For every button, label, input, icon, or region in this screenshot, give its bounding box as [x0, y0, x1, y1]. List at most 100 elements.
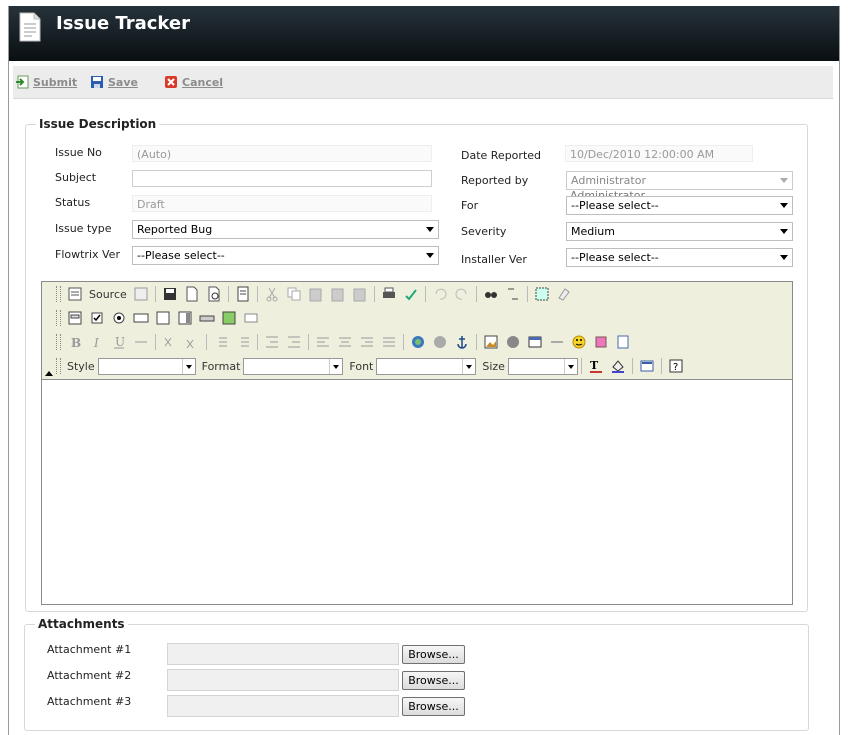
editor-content-area[interactable] — [42, 380, 792, 604]
maximize-icon[interactable] — [639, 358, 655, 374]
grip-handle — [56, 310, 61, 326]
bullet-list-icon[interactable] — [235, 334, 251, 350]
rich-text-editor: Source B I U Style Format Font Size T ? — [41, 281, 793, 605]
print-icon[interactable] — [381, 286, 397, 302]
installer-ver-select[interactable]: --Please select-- — [566, 248, 793, 267]
redo-icon[interactable] — [454, 286, 470, 302]
italic-icon[interactable]: I — [89, 334, 105, 350]
new-page-icon[interactable] — [184, 286, 200, 302]
checkbox-icon[interactable] — [89, 310, 105, 326]
editor-toolbar-row-2 — [56, 308, 262, 328]
image-button-icon[interactable] — [221, 310, 237, 326]
justify-icon[interactable] — [381, 334, 397, 350]
smiley-icon[interactable] — [571, 334, 587, 350]
paste-word-icon[interactable] — [352, 286, 368, 302]
attachment-1-browse-button[interactable]: Browse... — [402, 645, 465, 664]
undo-icon[interactable] — [432, 286, 448, 302]
textarea-icon[interactable] — [155, 310, 171, 326]
document-properties-icon[interactable] — [235, 286, 251, 302]
installer-ver-value: --Please select-- — [571, 251, 659, 264]
anchor-icon[interactable] — [454, 334, 470, 350]
submit-label: Submit — [33, 75, 78, 89]
strikethrough-icon[interactable] — [133, 334, 149, 350]
style-combo[interactable] — [97, 357, 196, 375]
paste-icon[interactable] — [308, 286, 324, 302]
status-field: Draft — [132, 195, 432, 212]
document-icon — [19, 12, 41, 42]
chevron-down-icon — [780, 178, 788, 183]
page-break-icon[interactable] — [615, 334, 631, 350]
chevron-down-icon — [780, 203, 788, 208]
remove-format-icon[interactable] — [556, 286, 572, 302]
superscript-icon[interactable] — [184, 334, 200, 350]
replace-icon[interactable] — [505, 286, 521, 302]
templates-icon[interactable] — [133, 286, 149, 302]
svg-text:T: T — [590, 359, 599, 372]
outdent-icon[interactable] — [264, 334, 280, 350]
size-combo[interactable] — [507, 357, 578, 375]
collapse-toolbar-icon[interactable] — [45, 371, 53, 376]
text-color-icon[interactable]: T — [588, 358, 604, 374]
for-value: --Please select-- — [571, 199, 659, 212]
bg-color-icon[interactable] — [610, 358, 626, 374]
select-field-icon[interactable] — [177, 310, 193, 326]
grip-handle — [56, 286, 61, 302]
button-icon[interactable] — [199, 310, 215, 326]
copy-icon[interactable] — [286, 286, 302, 302]
for-select[interactable]: --Please select-- — [566, 196, 793, 215]
flowtrix-ver-select[interactable]: --Please select-- — [132, 246, 439, 265]
flash-icon[interactable] — [505, 334, 521, 350]
link-icon[interactable] — [410, 334, 426, 350]
source-button-label[interactable]: Source — [89, 288, 127, 301]
cancel-button[interactable]: Cancel — [164, 74, 223, 90]
save-icon[interactable] — [162, 286, 178, 302]
indent-icon[interactable] — [286, 334, 302, 350]
select-all-icon[interactable] — [534, 286, 550, 302]
find-icon[interactable] — [483, 286, 499, 302]
align-center-icon[interactable] — [337, 334, 353, 350]
cut-icon[interactable] — [264, 286, 280, 302]
chevron-down-icon[interactable] — [462, 358, 476, 374]
table-icon[interactable] — [527, 334, 543, 350]
attachment-3-field[interactable] — [167, 695, 399, 717]
spellcheck-icon[interactable] — [403, 286, 419, 302]
horizontal-rule-icon[interactable] — [549, 334, 565, 350]
underline-icon[interactable]: U — [111, 334, 127, 350]
chevron-down-icon[interactable] — [329, 358, 343, 374]
numbered-list-icon[interactable] — [213, 334, 229, 350]
radio-icon[interactable] — [111, 310, 127, 326]
subscript-icon[interactable] — [162, 334, 178, 350]
font-combo[interactable] — [376, 357, 477, 375]
bold-icon[interactable]: B — [67, 334, 83, 350]
help-icon[interactable]: ? — [668, 358, 684, 374]
chevron-down-icon[interactable] — [181, 358, 195, 374]
severity-select[interactable]: Medium — [566, 222, 793, 241]
chevron-down-icon[interactable] — [563, 358, 577, 374]
attachment-2-field[interactable] — [167, 669, 399, 691]
reported-by-label: Reported by — [461, 174, 529, 187]
image-icon[interactable] — [483, 334, 499, 350]
format-combo[interactable] — [243, 357, 344, 375]
unlink-icon[interactable] — [432, 334, 448, 350]
align-right-icon[interactable] — [359, 334, 375, 350]
date-reported-label: Date Reported — [461, 149, 542, 162]
source-icon[interactable] — [67, 286, 83, 302]
attachment-3-browse-button[interactable]: Browse... — [402, 697, 465, 716]
textfield-icon[interactable] — [133, 310, 149, 326]
reported-by-select[interactable]: Administrator — [566, 171, 793, 190]
align-left-icon[interactable] — [315, 334, 331, 350]
submit-button[interactable]: Submit — [15, 74, 77, 90]
attachment-2-browse-button[interactable]: Browse... — [402, 671, 465, 690]
form-icon[interactable] — [67, 310, 83, 326]
attachment-1-field[interactable] — [167, 643, 399, 665]
svg-text:?: ? — [673, 362, 678, 373]
save-button[interactable]: Save — [90, 74, 138, 90]
hidden-field-icon[interactable] — [243, 310, 259, 326]
subject-label: Subject — [55, 171, 97, 184]
subject-input[interactable] — [132, 170, 432, 187]
paste-text-icon[interactable] — [330, 286, 346, 302]
preview-icon[interactable] — [206, 286, 222, 302]
special-char-icon[interactable] — [593, 334, 609, 350]
issue-type-select[interactable]: Reported Bug — [132, 220, 439, 239]
svg-text:B: B — [71, 336, 81, 350]
